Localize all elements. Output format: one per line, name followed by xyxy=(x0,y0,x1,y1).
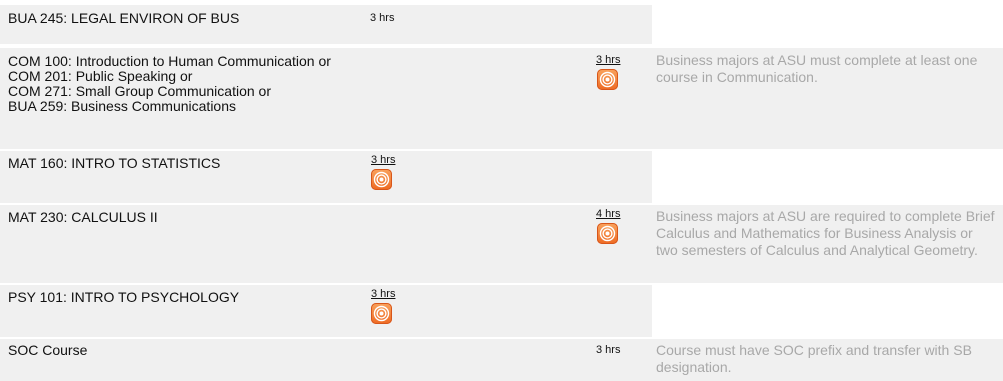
course-name: BUA 259: Business Communications xyxy=(8,98,236,114)
credit-hours[interactable]: 3 hrs xyxy=(371,288,395,300)
course-name: BUA 245: LEGAL ENVIRON OF BUS xyxy=(8,10,240,26)
credit-hours: 3 hrs xyxy=(596,344,621,356)
course-name: MAT 230: CALCULUS II xyxy=(8,209,158,225)
course-row: COM 100: Introduction to Human Communica… xyxy=(0,48,1003,149)
credit-hours: 3 hrs xyxy=(370,12,395,24)
course-name: COM 201: Public Speaking or xyxy=(8,68,193,84)
course-note: Business majors at ASU must complete at … xyxy=(656,52,978,85)
credit-hours[interactable]: 3 hrs xyxy=(371,154,395,166)
course-row: MAT 160: INTRO TO STATISTICS 3 hrs xyxy=(0,151,652,203)
course-row: BUA 245: LEGAL ENVIRON OF BUS 3 hrs xyxy=(0,5,652,44)
online-course-icon[interactable] xyxy=(371,169,392,190)
online-course-icon[interactable] xyxy=(371,303,392,324)
online-course-icon[interactable] xyxy=(597,69,618,90)
course-note: Business majors at ASU are required to c… xyxy=(656,208,995,258)
course-name: COM 271: Small Group Communication or xyxy=(8,83,271,99)
credit-hours[interactable]: 4 hrs xyxy=(596,208,620,220)
course-row: PSY 101: INTRO TO PSYCHOLOGY 3 hrs xyxy=(0,285,652,337)
online-course-icon[interactable] xyxy=(597,223,618,244)
course-row: SOC Course 3 hrs Course must have SOC pr… xyxy=(0,339,1003,381)
course-note: Course must have SOC prefix and transfer… xyxy=(656,342,972,375)
credit-hours[interactable]: 3 hrs xyxy=(596,54,620,66)
course-name: SOC Course xyxy=(8,342,88,358)
course-name: PSY 101: INTRO TO PSYCHOLOGY xyxy=(8,289,240,305)
course-name: MAT 160: INTRO TO STATISTICS xyxy=(8,155,221,171)
course-row: MAT 230: CALCULUS II 4 hrs Business majo… xyxy=(0,205,1003,283)
course-options: COM 100: Introduction to Human Communica… xyxy=(8,54,331,114)
course-name: COM 100: Introduction to Human Communica… xyxy=(8,53,331,69)
